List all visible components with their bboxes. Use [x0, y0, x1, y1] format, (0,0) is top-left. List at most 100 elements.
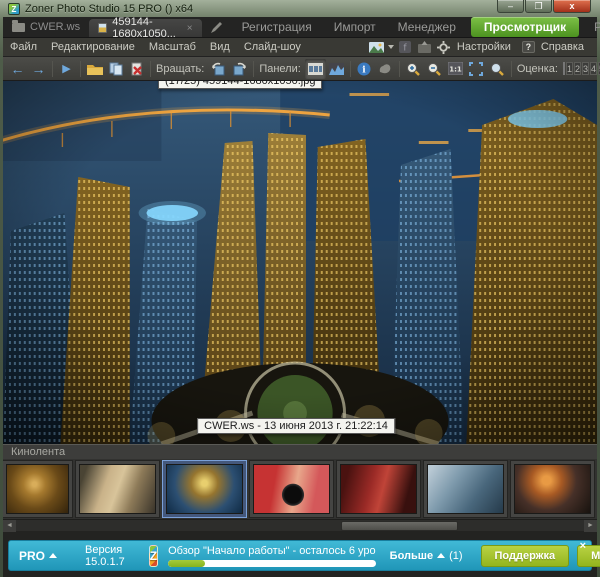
- open-folder-button[interactable]: [84, 59, 105, 79]
- delete-button[interactable]: [126, 59, 147, 79]
- menu-settings[interactable]: Настройки: [455, 41, 518, 53]
- tour-text: Обзор "Начало работы" - осталось 6 уро: [168, 545, 376, 557]
- menu-help[interactable]: Справка: [539, 41, 591, 53]
- toggle-histogram-button[interactable]: [326, 59, 347, 79]
- rotate-left-icon: [211, 62, 226, 76]
- compare-button[interactable]: [375, 59, 396, 79]
- support-button[interactable]: Поддержка: [481, 545, 570, 567]
- minimize-button[interactable]: –: [497, 0, 524, 13]
- menu-edit[interactable]: Редактирование: [44, 41, 142, 53]
- filmstrip-thumbnails: [3, 459, 597, 519]
- compare-icon: [378, 62, 392, 75]
- rotate-right-button[interactable]: [229, 59, 250, 79]
- title-bar: Z Zoner Photo Studio 15 PRO () x64 – ❐ x: [3, 0, 597, 17]
- gear-icon[interactable]: [436, 41, 451, 54]
- thumbnail-explosion-city[interactable]: [510, 460, 595, 518]
- zoner-logo-icon: Z: [149, 545, 158, 567]
- rating-3-button[interactable]: 3: [582, 62, 589, 75]
- thumbnail-image: [79, 464, 156, 514]
- chevron-down-icon[interactable]: [388, 45, 394, 49]
- rating-label: Оценка:: [515, 63, 562, 75]
- more-dropdown[interactable]: Больше (1): [390, 550, 463, 562]
- preview-image-icon[interactable]: [369, 41, 384, 54]
- zoom-100-button[interactable]: 1:1: [445, 59, 466, 79]
- menu-bar: Файл Редактирование Масштаб Вид Слайд-шо…: [3, 38, 597, 57]
- version-label: Версия 15.0.1.7: [85, 544, 125, 568]
- forward-arrow-icon: →: [32, 62, 46, 76]
- toggle-filmstrip-button[interactable]: [305, 59, 326, 79]
- help-icon[interactable]: ?: [522, 41, 535, 53]
- thumbnail-image: [253, 464, 330, 514]
- thumbnail-image: [340, 464, 417, 514]
- rating-none-button[interactable]: [563, 62, 565, 75]
- histogram-icon: [329, 63, 344, 75]
- publish-icon[interactable]: [417, 41, 432, 54]
- fit-screen-icon: [469, 62, 483, 76]
- rotate-label: Вращать:: [154, 63, 208, 75]
- rotate-left-button[interactable]: [208, 59, 229, 79]
- tour-block[interactable]: Обзор "Начало работы" - осталось 6 уро: [168, 545, 376, 567]
- scrollbar-track[interactable]: [16, 520, 597, 532]
- module-viewer[interactable]: Просмотрщик: [471, 17, 579, 37]
- rating-4-button[interactable]: 4: [590, 62, 597, 75]
- tour-progress-track: [168, 560, 376, 567]
- menu-slideshow[interactable]: Слайд-шоу: [237, 41, 308, 53]
- menu-zoom[interactable]: Масштаб: [142, 41, 203, 53]
- thumbnail-steampunk[interactable]: [3, 460, 73, 518]
- panels-label: Панели:: [257, 63, 304, 75]
- document-tabs: CWER.ws 459144-1680x1050... ×: [3, 17, 231, 37]
- info-button[interactable]: i: [354, 59, 375, 79]
- zoom-in-button[interactable]: [403, 59, 424, 79]
- tab-label: CWER.ws: [30, 21, 80, 33]
- zoom-in-icon: [406, 62, 420, 76]
- loupe-icon: [490, 62, 504, 76]
- filmstrip-scrollbar[interactable]: ◄ ►: [3, 519, 597, 531]
- next-button[interactable]: →: [28, 59, 49, 79]
- info-icon: i: [357, 62, 371, 76]
- previous-button[interactable]: ←: [7, 59, 28, 79]
- loupe-button[interactable]: [487, 59, 508, 79]
- module-manager[interactable]: Менеджер: [387, 20, 467, 34]
- chevron-up-icon: [49, 553, 57, 558]
- scroll-left-icon[interactable]: ◄: [3, 520, 16, 532]
- thumbnail-red-room[interactable]: [336, 460, 421, 518]
- module-editor[interactable]: Редактор: [583, 20, 600, 34]
- maximize-button[interactable]: ❐: [525, 0, 552, 13]
- new-tab-edit-button[interactable]: [202, 17, 231, 37]
- thumbnail-city-selected[interactable]: [162, 460, 247, 518]
- statusbar-close-icon[interactable]: ×: [580, 541, 586, 552]
- edition-dropdown[interactable]: PRO: [19, 549, 57, 563]
- rating-2-button[interactable]: 2: [574, 62, 581, 75]
- pencil-icon: [210, 21, 223, 34]
- menu-file[interactable]: Файл: [3, 41, 44, 53]
- zoom-out-icon: [427, 62, 441, 76]
- rating-1-button[interactable]: 1: [566, 62, 573, 75]
- folder-icon: [87, 63, 103, 75]
- tab-bar: CWER.ws 459144-1680x1050... × Регистраци…: [3, 17, 597, 38]
- delete-icon: [130, 62, 144, 76]
- toolbar-separator: [511, 61, 512, 77]
- tab-label: 459144-1680x1050...: [112, 16, 179, 40]
- module-import[interactable]: Импорт: [323, 20, 387, 34]
- module-registration[interactable]: Регистрация: [231, 20, 323, 34]
- fit-to-screen-button[interactable]: [466, 59, 487, 79]
- scroll-right-icon[interactable]: ►: [584, 520, 597, 532]
- share-icon[interactable]: f: [398, 41, 413, 54]
- slideshow-play-button[interactable]: ▶: [56, 59, 77, 79]
- zoom-out-button[interactable]: [424, 59, 445, 79]
- one-to-one-icon: 1:1: [448, 62, 463, 75]
- app-logo-icon: Z: [8, 3, 20, 15]
- thumbnail-fantasy-blonde[interactable]: [75, 460, 160, 518]
- copy-button[interactable]: [105, 59, 126, 79]
- menu-view[interactable]: Вид: [203, 41, 237, 53]
- filmstrip-header: Кинолента: [3, 444, 597, 459]
- promo-status-bar: PRO Версия 15.0.1.7 Z Обзор "Начало рабо…: [8, 540, 592, 571]
- tab-close-icon[interactable]: ×: [187, 23, 193, 34]
- thumbnail-storm-sea[interactable]: [423, 460, 508, 518]
- thumbnail-redhead-camera[interactable]: [249, 460, 334, 518]
- close-button[interactable]: x: [553, 0, 591, 13]
- tab-folder-cwer[interactable]: CWER.ws: [3, 17, 89, 37]
- tab-image-active[interactable]: 459144-1680x1050... ×: [89, 19, 201, 37]
- scrollbar-thumb[interactable]: [341, 521, 457, 531]
- thumbnail-image: [166, 464, 243, 514]
